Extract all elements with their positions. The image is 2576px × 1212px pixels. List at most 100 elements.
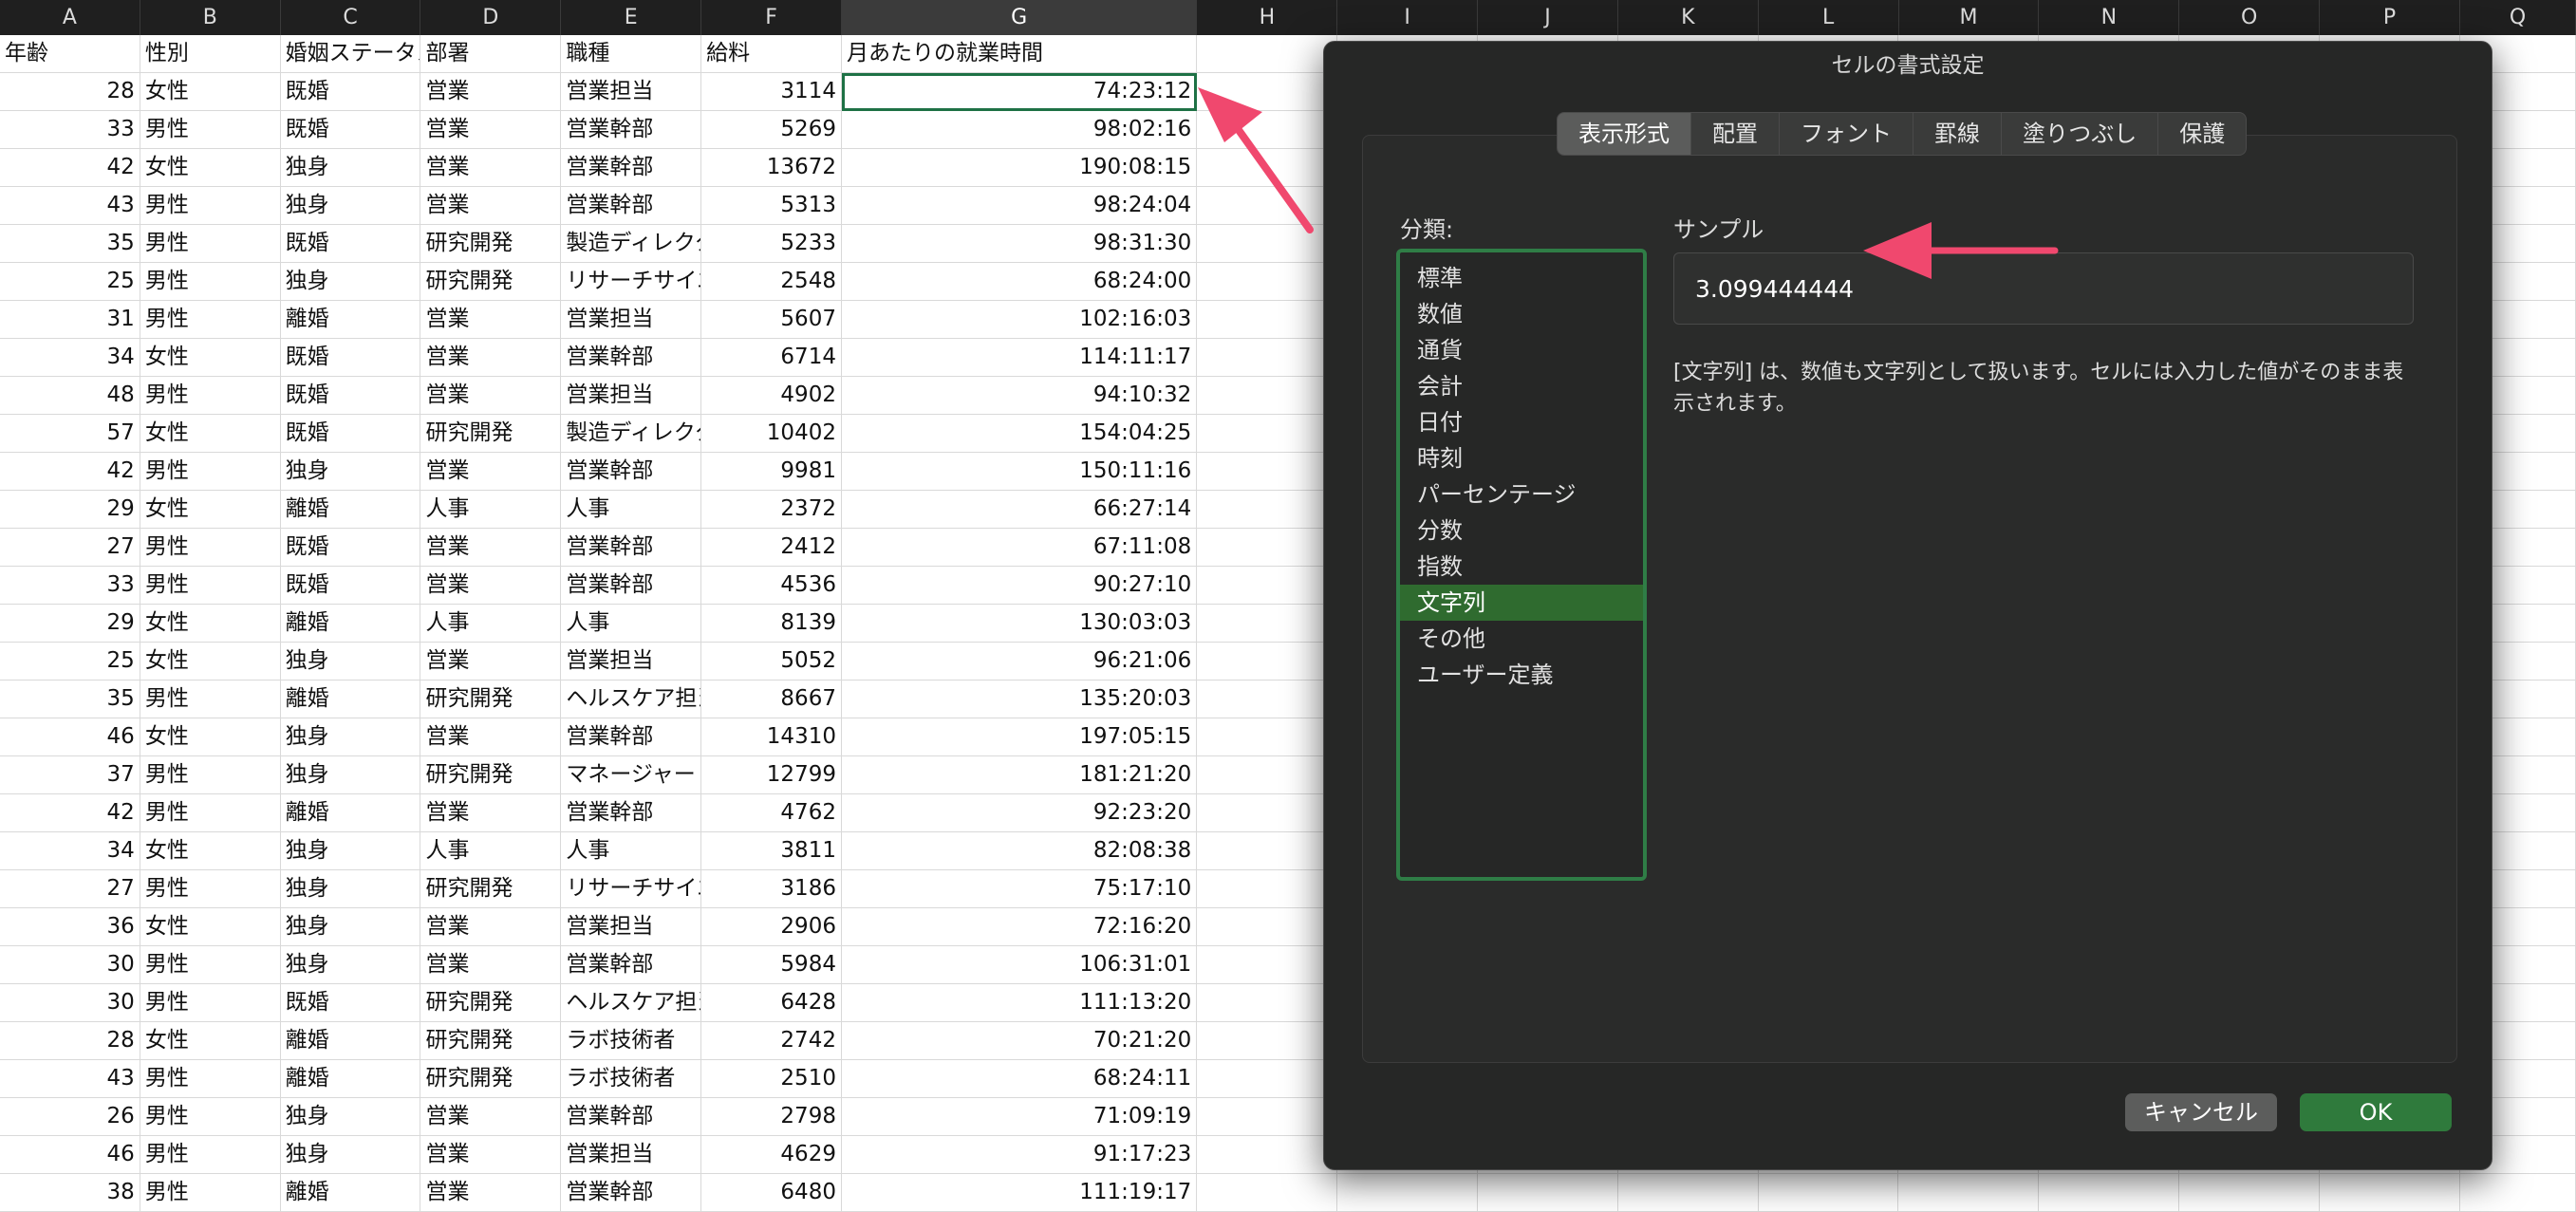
- table-cell[interactable]: 67:11:08: [841, 529, 1198, 567]
- table-cell[interactable]: [1197, 73, 1338, 111]
- table-cell[interactable]: [2039, 1174, 2180, 1212]
- table-cell[interactable]: 人事: [561, 605, 702, 643]
- table-cell[interactable]: 女性: [140, 73, 281, 111]
- table-cell[interactable]: [1197, 946, 1338, 984]
- table-cell[interactable]: 女性: [140, 643, 281, 681]
- table-cell[interactable]: 90:27:10: [841, 567, 1198, 605]
- table-cell[interactable]: 女性: [140, 491, 281, 529]
- tab-5[interactable]: 保護: [2158, 113, 2246, 155]
- table-cell[interactable]: 4629: [701, 1136, 842, 1174]
- table-cell[interactable]: 46: [0, 1136, 140, 1174]
- table-cell[interactable]: [1197, 718, 1338, 756]
- table-cell[interactable]: 離婚: [280, 491, 421, 529]
- table-cell[interactable]: 独身: [280, 832, 421, 870]
- header-cell[interactable]: 部署: [420, 35, 562, 73]
- table-cell[interactable]: 独身: [280, 149, 421, 187]
- column-header-a[interactable]: A: [0, 0, 140, 35]
- table-cell[interactable]: 30: [0, 946, 140, 984]
- table-cell[interactable]: [1197, 491, 1338, 529]
- table-cell[interactable]: 独身: [280, 1136, 421, 1174]
- category-list[interactable]: 標準 数値 通貨 会計 日付 時刻 パーセンテージ 分数 指数 文字列 その他 ユーザー定義: [1396, 249, 1647, 881]
- table-cell[interactable]: 6714: [701, 339, 842, 377]
- header-cell[interactable]: 給料: [701, 35, 842, 73]
- table-cell[interactable]: [1197, 908, 1338, 946]
- table-cell[interactable]: 研究開発: [420, 1022, 562, 1060]
- table-cell[interactable]: 男性: [140, 870, 281, 908]
- table-cell[interactable]: 35: [0, 681, 140, 718]
- table-cell[interactable]: 男性: [140, 1174, 281, 1212]
- table-cell[interactable]: 102:16:03: [841, 301, 1198, 339]
- table-cell[interactable]: 独身: [280, 718, 421, 756]
- table-cell[interactable]: 離婚: [280, 301, 421, 339]
- table-cell[interactable]: 独身: [280, 756, 421, 794]
- category-item[interactable]: ユーザー定義: [1400, 657, 1643, 693]
- table-cell[interactable]: 既婚: [280, 567, 421, 605]
- table-cell[interactable]: 2372: [701, 491, 842, 529]
- table-cell[interactable]: [1197, 453, 1338, 491]
- table-cell[interactable]: 研究開発: [420, 870, 562, 908]
- table-cell[interactable]: 5233: [701, 225, 842, 263]
- table-cell[interactable]: 94:10:32: [841, 377, 1198, 415]
- table-cell[interactable]: 男性: [140, 111, 281, 149]
- table-cell[interactable]: 女性: [140, 149, 281, 187]
- table-cell[interactable]: 男性: [140, 263, 281, 301]
- table-cell[interactable]: 離婚: [280, 681, 421, 718]
- table-cell[interactable]: 68:24:11: [841, 1060, 1198, 1098]
- table-cell[interactable]: リサーチサイエンティスト: [561, 263, 702, 301]
- table-cell[interactable]: 離婚: [280, 1060, 421, 1098]
- table-cell[interactable]: 98:02:16: [841, 111, 1198, 149]
- table-cell[interactable]: 営業: [420, 908, 562, 946]
- table-cell[interactable]: 営業幹部: [561, 946, 702, 984]
- table-cell[interactable]: 男性: [140, 984, 281, 1022]
- column-header-n[interactable]: N: [2039, 0, 2180, 35]
- table-cell[interactable]: 営業: [420, 643, 562, 681]
- table-cell[interactable]: [1197, 794, 1338, 832]
- table-cell[interactable]: 男性: [140, 529, 281, 567]
- table-cell[interactable]: 男性: [140, 1136, 281, 1174]
- table-cell[interactable]: 27: [0, 870, 140, 908]
- table-cell[interactable]: 営業幹部: [561, 111, 702, 149]
- table-cell[interactable]: 営業幹部: [561, 718, 702, 756]
- table-cell[interactable]: 70:21:20: [841, 1022, 1198, 1060]
- table-cell[interactable]: 製造ディレクター: [561, 225, 702, 263]
- category-item[interactable]: 時刻: [1400, 440, 1643, 476]
- table-cell[interactable]: 154:04:25: [841, 415, 1198, 453]
- table-cell[interactable]: 男性: [140, 794, 281, 832]
- table-cell[interactable]: 3811: [701, 832, 842, 870]
- table-cell[interactable]: [2179, 1174, 2320, 1212]
- category-item[interactable]: 文字列: [1400, 585, 1643, 621]
- table-cell[interactable]: 197:05:15: [841, 718, 1198, 756]
- table-cell[interactable]: 82:08:38: [841, 832, 1198, 870]
- table-cell[interactable]: 営業: [420, 718, 562, 756]
- table-cell[interactable]: 離婚: [280, 605, 421, 643]
- table-cell[interactable]: 34: [0, 832, 140, 870]
- column-header-g[interactable]: G: [841, 0, 1198, 35]
- table-cell[interactable]: [1898, 1174, 2040, 1212]
- table-cell[interactable]: 研究開発: [420, 681, 562, 718]
- table-cell[interactable]: 28: [0, 73, 140, 111]
- table-cell[interactable]: 75:17:10: [841, 870, 1198, 908]
- table-cell[interactable]: 営業幹部: [561, 339, 702, 377]
- table-cell[interactable]: 6428: [701, 984, 842, 1022]
- table-cell[interactable]: [1197, 415, 1338, 453]
- table-cell[interactable]: 離婚: [280, 794, 421, 832]
- table-cell[interactable]: 既婚: [280, 529, 421, 567]
- table-cell[interactable]: 営業幹部: [561, 453, 702, 491]
- tab-2[interactable]: フォント: [1780, 113, 1913, 155]
- table-cell[interactable]: 92:23:20: [841, 794, 1198, 832]
- table-cell[interactable]: 34: [0, 339, 140, 377]
- table-cell[interactable]: 営業幹部: [561, 567, 702, 605]
- tab-4[interactable]: 塗りつぶし: [2002, 113, 2159, 155]
- table-cell[interactable]: 営業幹部: [561, 149, 702, 187]
- column-header-j[interactable]: J: [1478, 0, 1618, 35]
- category-item[interactable]: パーセンテージ: [1400, 476, 1643, 513]
- table-cell[interactable]: 4902: [701, 377, 842, 415]
- table-cell[interactable]: 人事: [420, 491, 562, 529]
- table-cell[interactable]: マネージャー: [561, 756, 702, 794]
- table-cell[interactable]: 男性: [140, 567, 281, 605]
- table-cell[interactable]: 研究開発: [420, 984, 562, 1022]
- table-cell[interactable]: 人事: [420, 605, 562, 643]
- header-cell[interactable]: 月あたりの就業時間: [841, 35, 1198, 73]
- table-cell[interactable]: 57: [0, 415, 140, 453]
- table-cell[interactable]: [1197, 1060, 1338, 1098]
